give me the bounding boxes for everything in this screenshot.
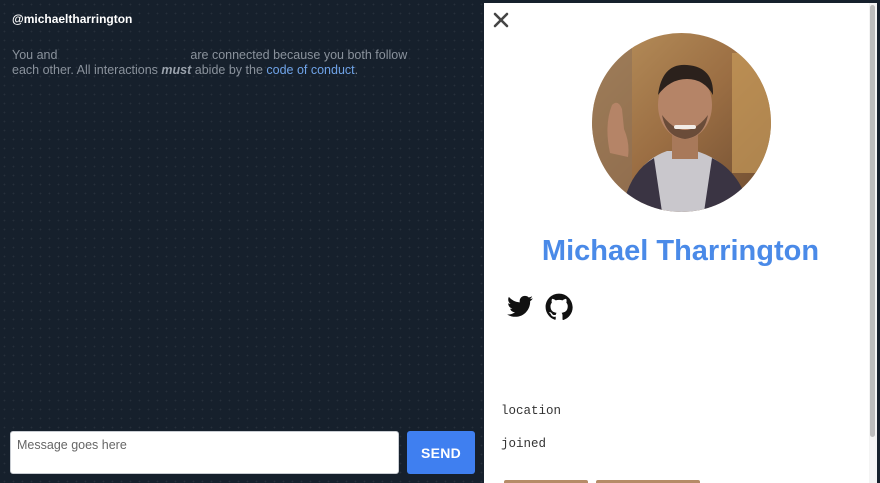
- notice-text-end: abide by the: [194, 63, 263, 77]
- chat-header-username[interactable]: @michaeltharrington: [12, 12, 132, 26]
- github-icon[interactable]: [545, 293, 573, 321]
- notice-text-start: You and: [12, 48, 58, 62]
- scrollbar-thumb[interactable]: [870, 5, 875, 437]
- profile-scrollbar[interactable]: [869, 3, 877, 483]
- close-icon[interactable]: [490, 9, 512, 31]
- send-button[interactable]: SEND: [407, 431, 475, 474]
- connection-notice: You and are connected because you both f…: [12, 48, 432, 78]
- message-input[interactable]: [10, 431, 399, 474]
- profile-avatar: [592, 33, 771, 212]
- location-label: location: [501, 404, 562, 418]
- twitter-icon[interactable]: [506, 293, 534, 321]
- notice-period: .: [354, 63, 359, 77]
- chat-panel: @michaeltharrington You and are connecte…: [0, 0, 484, 483]
- profile-name: Michael Tharrington: [541, 235, 820, 267]
- notice-emphasis: must: [161, 63, 192, 77]
- profile-panel: Michael Tharrington location joined: [484, 3, 877, 483]
- joined-label: joined: [501, 437, 547, 451]
- code-of-conduct-link[interactable]: code of conduct: [266, 63, 354, 77]
